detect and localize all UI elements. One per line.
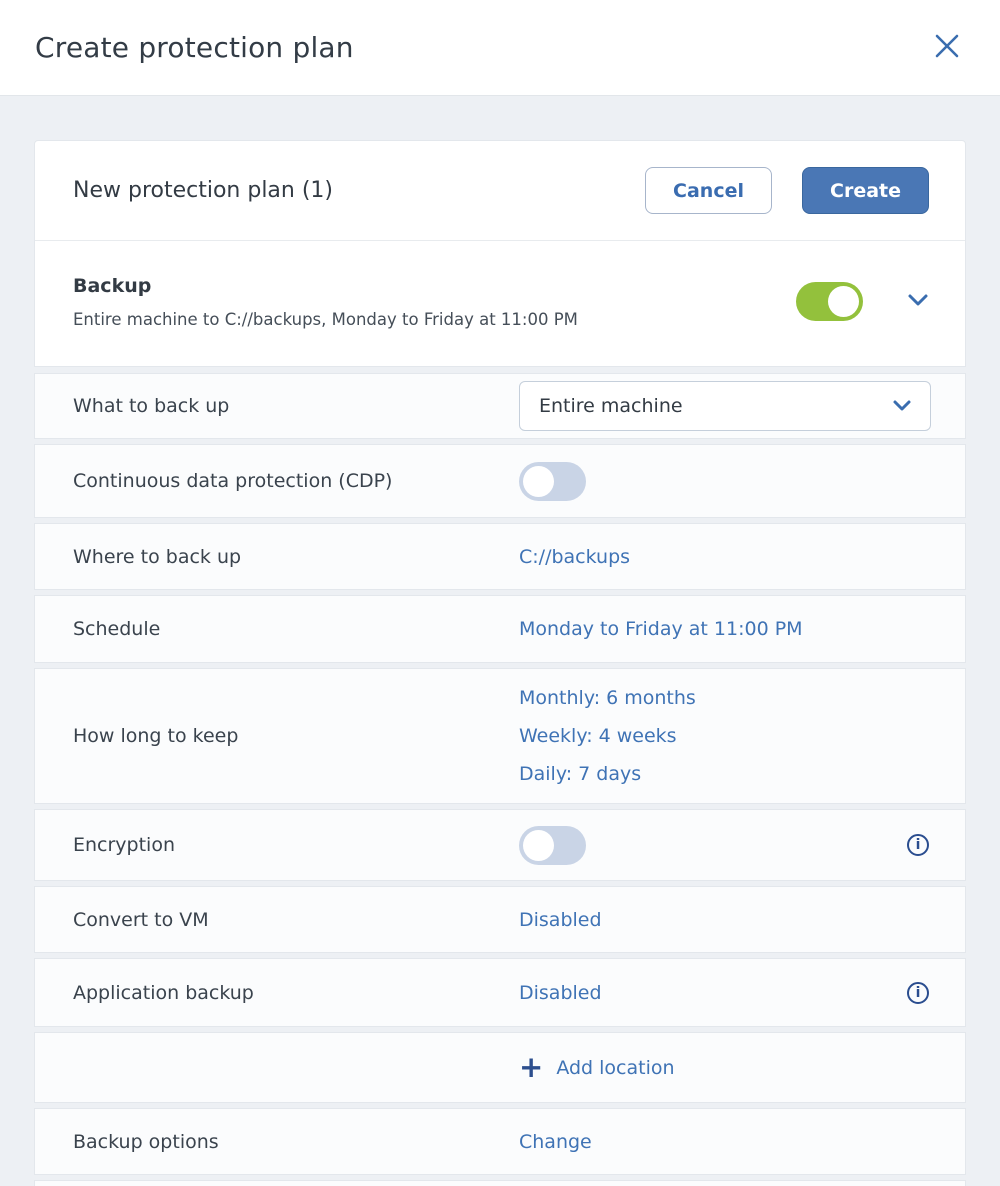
row-value: Disabled [519,909,929,931]
convert-to-vm-link[interactable]: Disabled [519,909,602,931]
row-partial-bottom [34,1180,966,1186]
row-value: Monday to Friday at 11:00 PM [519,618,929,640]
toggle-knob [828,286,859,317]
row-label: Schedule [73,618,161,640]
row-label: Continuous data protection (CDP) [73,470,393,492]
row-value: Change [519,1131,929,1153]
dialog-header: Create protection plan [0,0,1000,96]
protection-plan-card: New protection plan (1) Cancel Create Ba… [34,140,966,1186]
backup-options-change-link[interactable]: Change [519,1131,592,1153]
row-label: What to back up [73,395,230,417]
row-how-long-to-keep: How long to keep Monthly: 6 months Weekl… [34,668,966,804]
retention-weekly-link[interactable]: Weekly: 4 weeks [519,725,696,747]
backup-module-controls [796,282,929,321]
row-label: Backup options [73,1130,219,1153]
row-application-backup: Application backup Disabled i [34,958,966,1027]
row-value: i [519,825,929,865]
application-backup-info-icon[interactable]: i [907,981,929,1004]
application-backup-link[interactable]: Disabled [519,982,602,1004]
create-button[interactable]: Create [802,167,929,214]
plan-header-block: New protection plan (1) Cancel Create Ba… [34,140,966,367]
collapse-chevron-icon[interactable] [907,292,929,311]
row-value [519,461,929,501]
row-label: How long to keep [73,725,239,747]
add-location-label: Add location [556,1056,675,1079]
row-value: + Add location [519,1053,929,1082]
row-backup-options: Backup options Change [34,1108,966,1175]
retention-daily-link[interactable]: Daily: 7 days [519,763,696,785]
row-add-location: + Add location [34,1032,966,1103]
backup-enabled-toggle[interactable] [796,282,863,321]
backup-module-title: Backup [73,274,152,297]
row-where-to-back-up: Where to back up C://backups [34,523,966,590]
row-label: Where to back up [73,545,242,568]
row-value: Disabled i [519,981,929,1004]
encryption-info-icon[interactable]: i [907,834,929,856]
plan-title: New protection plan (1) [73,178,334,203]
row-value: C://backups [519,546,929,568]
row-label: Application backup [73,981,254,1004]
row-what-to-back-up: What to back up Entire machine [34,373,966,439]
backup-module-summary: Entire machine to C://backups, Monday to… [73,309,578,329]
encryption-toggle[interactable] [519,825,586,865]
close-button[interactable] [930,31,964,65]
row-encryption: Encryption i [34,809,966,881]
what-to-back-up-select[interactable]: Entire machine [519,381,931,431]
row-value: Entire machine [519,381,931,431]
retention-links: Monthly: 6 months Weekly: 4 weeks Daily:… [519,669,696,803]
row-convert-to-vm: Convert to VM Disabled [34,886,966,953]
backup-module-titles: Backup Entire machine to C://backups, Mo… [73,275,578,329]
page-title: Create protection plan [35,31,354,64]
cancel-button[interactable]: Cancel [645,167,772,214]
row-value: Monthly: 6 months Weekly: 4 weeks Daily:… [519,669,929,803]
add-location-button[interactable]: + Add location [519,1053,675,1082]
row-cdp: Continuous data protection (CDP) [34,444,966,518]
close-icon [933,32,961,63]
schedule-link[interactable]: Monday to Friday at 11:00 PM [519,618,803,640]
selected-option: Entire machine [539,395,683,417]
plan-header: New protection plan (1) Cancel Create [35,141,965,241]
row-schedule: Schedule Monday to Friday at 11:00 PM [34,595,966,663]
retention-monthly-link[interactable]: Monthly: 6 months [519,687,696,709]
chevron-down-icon [892,397,912,416]
backup-module-header: Backup Entire machine to C://backups, Mo… [35,241,965,366]
cdp-toggle[interactable] [519,461,586,501]
toggle-knob [523,829,554,861]
plus-icon: + [519,1050,544,1084]
row-label: Encryption [73,834,176,856]
where-to-back-up-link[interactable]: C://backups [519,546,630,568]
plan-actions: Cancel Create [645,167,929,214]
toggle-knob [523,465,554,497]
row-label: Convert to VM [73,908,209,931]
